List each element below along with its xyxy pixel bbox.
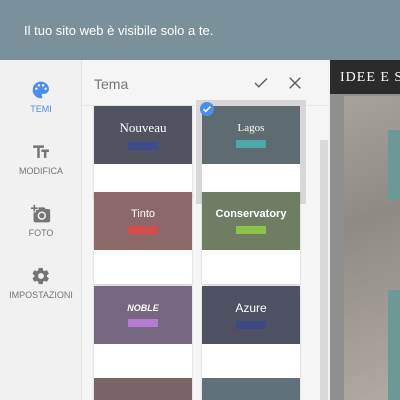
close-icon[interactable] bbox=[286, 74, 304, 92]
nav-label-temi: TEMI bbox=[30, 104, 52, 114]
palette-icon bbox=[32, 81, 49, 99]
theme-name: Conservatory bbox=[215, 208, 287, 220]
theme-accent-bar bbox=[128, 319, 158, 327]
theme-swatch: Nouveau bbox=[94, 106, 192, 164]
theme-panel: Tema Nouveau Lagos Tinto Conservatory NO… bbox=[82, 60, 328, 400]
preview-decoration bbox=[388, 290, 400, 400]
theme-swatch: Conservatory bbox=[202, 192, 300, 250]
theme-name: Tinto bbox=[130, 208, 156, 220]
theme-card-noble[interactable]: NOBLE bbox=[94, 286, 192, 378]
theme-accent-bar bbox=[236, 140, 266, 148]
theme-card-nouveau[interactable]: Nouveau bbox=[94, 106, 192, 198]
visibility-notice-bar: Il tuo sito web è visibile solo a te. bbox=[0, 0, 400, 60]
theme-swatch bbox=[202, 378, 300, 400]
panel-title: Tema bbox=[94, 76, 129, 92]
site-preview: IDEE E SO bbox=[330, 60, 400, 400]
visibility-notice-text: Il tuo sito web è visibile solo a te. bbox=[24, 22, 214, 38]
nav-item-impostazioni[interactable]: IMPOSTAZIONI bbox=[0, 266, 82, 300]
left-nav: TEMI MODIFICA FOTO IMPOSTAZIONI bbox=[0, 60, 82, 400]
theme-accent-bar bbox=[128, 142, 158, 150]
preview-title: IDEE E SO bbox=[340, 70, 400, 85]
theme-swatch: Lagos bbox=[202, 106, 300, 164]
nav-item-temi[interactable]: TEMI bbox=[0, 80, 82, 114]
theme-accent-bar bbox=[236, 321, 266, 329]
theme-swatch bbox=[94, 378, 192, 400]
nav-label-impostazioni: IMPOSTAZIONI bbox=[9, 290, 73, 300]
theme-card-partial-2[interactable] bbox=[202, 378, 300, 400]
theme-name: Nouveau bbox=[119, 120, 167, 135]
nav-label-foto: FOTO bbox=[28, 228, 54, 238]
theme-card-lagos[interactable]: Lagos bbox=[196, 100, 306, 204]
gear-icon bbox=[32, 267, 49, 285]
add-photo-icon bbox=[31, 204, 51, 223]
theme-swatch: NOBLE bbox=[94, 286, 192, 344]
text-format-icon bbox=[33, 145, 49, 158]
nav-item-foto[interactable]: FOTO bbox=[0, 204, 82, 238]
panel-scrollbar[interactable] bbox=[320, 140, 328, 400]
theme-name: NOBLE bbox=[127, 303, 159, 313]
theme-name: Azure bbox=[235, 301, 267, 315]
theme-name: Lagos bbox=[237, 122, 265, 134]
theme-accent-bar bbox=[236, 226, 266, 234]
theme-card-azure[interactable]: Azure bbox=[202, 286, 300, 378]
nav-label-modifica: MODIFICA bbox=[19, 166, 63, 176]
theme-card-conservatory[interactable]: Conservatory bbox=[202, 192, 300, 284]
preview-decoration bbox=[388, 130, 400, 200]
theme-swatch: Tinto bbox=[94, 192, 192, 250]
theme-accent-bar bbox=[128, 226, 158, 234]
theme-panel-header: Tema bbox=[82, 60, 328, 106]
nav-item-modifica[interactable]: MODIFICA bbox=[0, 142, 82, 176]
theme-card-partial-1[interactable] bbox=[94, 378, 192, 400]
confirm-check-icon[interactable] bbox=[252, 74, 270, 92]
theme-card-tinto[interactable]: Tinto bbox=[94, 192, 192, 284]
theme-swatch: Azure bbox=[202, 286, 300, 344]
selected-check-icon bbox=[200, 102, 214, 116]
